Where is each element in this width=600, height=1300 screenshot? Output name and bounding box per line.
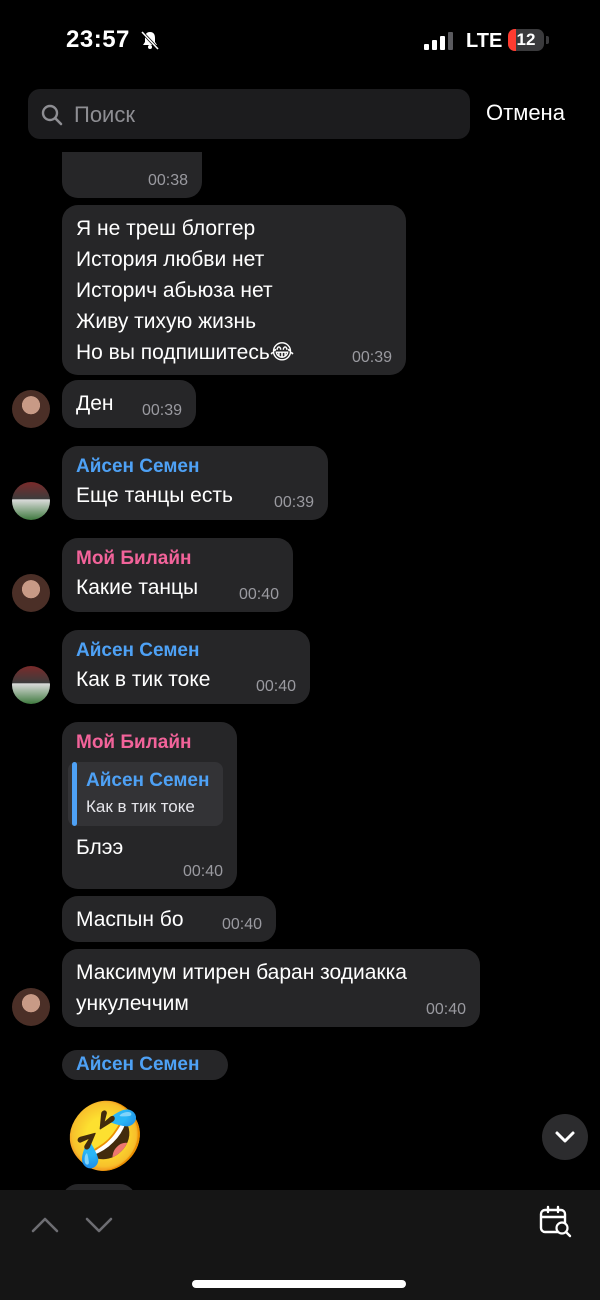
avatar[interactable]	[12, 482, 50, 520]
reply-accent-bar	[72, 762, 77, 826]
status-time: 23:57	[66, 26, 130, 53]
battery-icon: 12	[508, 29, 544, 51]
message-time: 00:40	[238, 586, 279, 603]
status-bar: 23:57 LTE 12	[0, 0, 600, 82]
message-bubble[interactable]: Мой Билайн Айсен Семен Как в тик токе Бл…	[62, 722, 237, 889]
big-emoji[interactable]: 🤣	[64, 1096, 146, 1176]
search-icon	[41, 104, 63, 126]
battery-tip	[546, 36, 549, 44]
message-bubble[interactable]: Мой Билайн Какие танцы 00:40	[62, 538, 293, 612]
battery-level: 12	[516, 30, 536, 49]
reply-sender: Айсен Семен	[86, 770, 210, 791]
message-time: 00:39	[141, 402, 182, 419]
avatar[interactable]	[12, 574, 50, 612]
message-time: 00:39	[273, 494, 314, 511]
message-bubble[interactable]: Айсен Семен Как в тик токе 00:40	[62, 630, 310, 704]
bell-muted-icon	[140, 30, 160, 50]
chevron-down-icon[interactable]	[84, 1210, 114, 1240]
message-text: Максимум итирен баран зодиакка ункулеччи…	[76, 961, 407, 1015]
message-time: 00:40	[425, 1001, 466, 1018]
message-time: 00:40	[182, 863, 223, 880]
search-field[interactable]	[28, 89, 470, 141]
network-type: LTE	[466, 30, 503, 52]
search-navigation-bar	[0, 1190, 600, 1300]
message-bubble[interactable]: Максимум итирен баран зодиакка ункулеччи…	[62, 949, 480, 1027]
sender-name[interactable]: Мой Билайн	[76, 730, 223, 756]
cancel-button[interactable]: Отмена	[486, 100, 565, 126]
search-bar: Отмена	[0, 82, 600, 152]
message-time: 00:39	[351, 349, 392, 366]
home-indicator[interactable]	[192, 1280, 406, 1288]
message-bubble[interactable]: Я не треш блоггер История любви нет Исто…	[62, 205, 406, 375]
sender-name[interactable]: Мой Билайн	[76, 546, 279, 572]
message-time: 00:40	[255, 678, 296, 695]
message-time: 00:38	[147, 172, 188, 189]
message-bubble[interactable]: 00:38	[62, 152, 202, 198]
message-bubble[interactable]: Маспын бо 00:40	[62, 896, 276, 942]
calendar-search-icon[interactable]	[538, 1204, 572, 1238]
avatar[interactable]	[12, 390, 50, 428]
sender-name[interactable]: Айсен Семен	[76, 638, 296, 664]
scroll-to-bottom-button[interactable]	[542, 1114, 588, 1160]
message-time: 00:40	[221, 916, 262, 933]
avatar[interactable]	[12, 666, 50, 704]
message-bubble[interactable]: Ден 00:39	[62, 380, 196, 428]
reply-text: Как в тик токе	[86, 797, 195, 816]
chevron-up-icon[interactable]	[30, 1210, 60, 1240]
sender-name[interactable]: Айсен Семен	[76, 1052, 214, 1078]
search-input[interactable]	[72, 89, 456, 141]
message-text: Я не треш блоггер История любви нет Исто…	[76, 217, 295, 364]
avatar[interactable]	[12, 988, 50, 1026]
signal-icon	[424, 32, 453, 50]
chevron-down-icon	[555, 1131, 575, 1143]
message-bubble[interactable]: Айсен Семен Еще танцы есть 00:39	[62, 446, 328, 520]
reply-quote[interactable]: Айсен Семен Как в тик токе	[68, 762, 223, 826]
sender-name[interactable]: Айсен Семен	[76, 454, 314, 480]
sender-pill[interactable]: Айсен Семен	[62, 1050, 228, 1080]
message-text: Блээ	[76, 836, 124, 859]
chat-history[interactable]: 00:38 Я не треш блоггер История любви не…	[0, 152, 600, 1190]
